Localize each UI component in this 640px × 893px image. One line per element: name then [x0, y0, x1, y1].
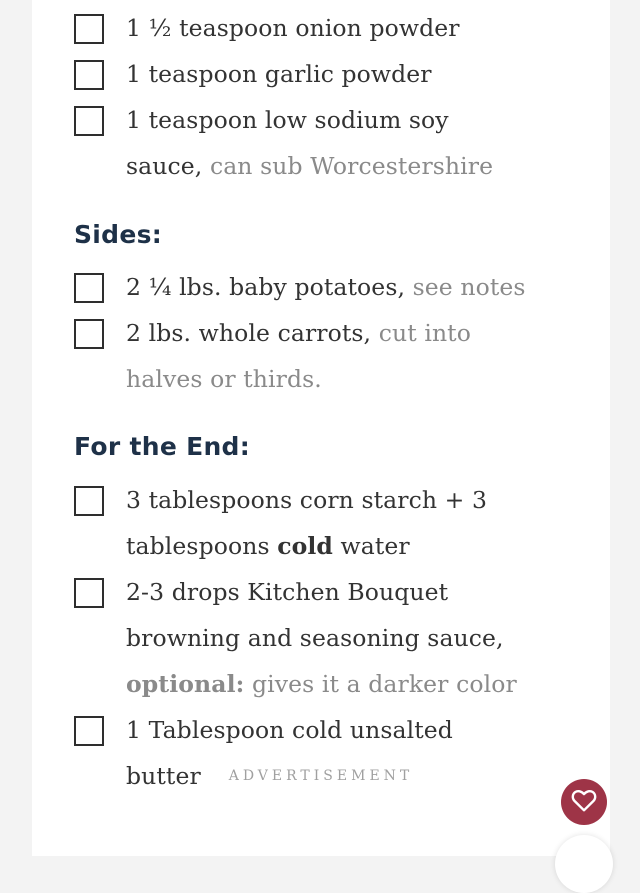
- emphasis-text: cold: [277, 532, 333, 560]
- ingredient-text: 1 ½ teaspoon onion powder: [126, 14, 460, 42]
- ingredient-text: 2 ¼ lbs. baby potatoes, see notes: [126, 273, 526, 301]
- ingredient-note: optional: gives it a darker color: [126, 670, 517, 698]
- ingredient-checkbox[interactable]: [74, 60, 104, 90]
- ingredient-text: 1 teaspoon garlic powder: [126, 60, 432, 88]
- ingredient-text: 1 teaspoon low sodium soy sauce, can sub…: [126, 106, 494, 180]
- recipe-ingredients-card: 1 ½ teaspoon onion powder 1 teaspoon gar…: [32, 0, 610, 856]
- ingredient-text: 2-3 drops Kitchen Bouquet browning and s…: [126, 578, 517, 698]
- section-heading-sides: Sides:: [74, 220, 163, 249]
- ingredient-checkbox[interactable]: [74, 106, 104, 136]
- ingredient-checkbox[interactable]: [74, 578, 104, 608]
- ingredient-checkbox[interactable]: [74, 319, 104, 349]
- ingredient-checkbox[interactable]: [74, 716, 104, 746]
- ingredient-text: 2 lbs. whole carrots, cut into halves or…: [126, 319, 471, 393]
- advertisement-label: ADVERTISEMENT: [228, 768, 414, 784]
- ingredient-note: can sub Worcestershire: [209, 152, 494, 180]
- ingredient-text: 1 Tablespoon cold unsalted butter: [126, 716, 453, 790]
- heart-icon: [571, 788, 597, 816]
- favorite-button[interactable]: [561, 779, 607, 825]
- ingredient-note: see notes: [412, 273, 526, 301]
- ingredient-text: 3 tablespoons corn starch + 3 tablespoon…: [126, 486, 488, 560]
- ingredient-checkbox[interactable]: [74, 14, 104, 44]
- ingredient-checkbox[interactable]: [74, 486, 104, 516]
- floating-action-button[interactable]: [555, 835, 613, 893]
- section-heading-for-the-end: For the End:: [74, 432, 251, 461]
- ingredient-checkbox[interactable]: [74, 273, 104, 303]
